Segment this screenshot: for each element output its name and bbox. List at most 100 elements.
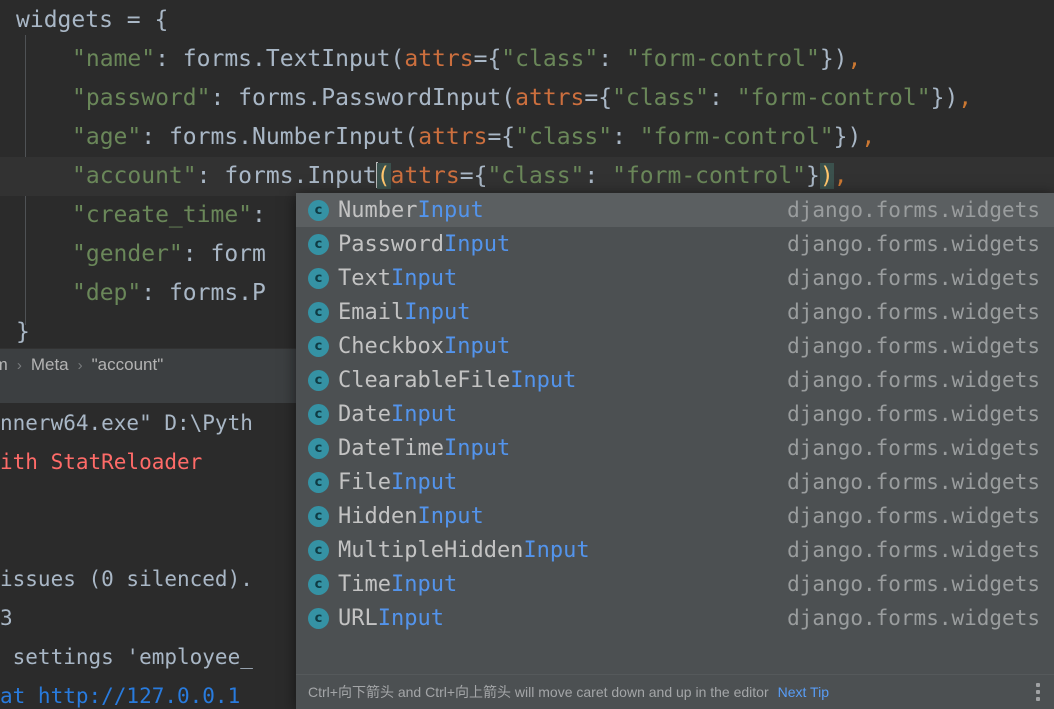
completion-item[interactable]: c EmailInput django.forms.widgets xyxy=(296,295,1054,329)
breadcrumb-items: rm › Meta › "account" xyxy=(0,355,163,375)
code-token: "create_time" xyxy=(72,202,253,228)
completion-item-name: MultipleHiddenInput xyxy=(338,538,590,563)
breadcrumb-item[interactable]: Meta xyxy=(31,355,69,374)
completion-item[interactable]: c TextInput django.forms.widgets xyxy=(296,261,1054,295)
completion-item-origin: django.forms.widgets xyxy=(787,368,1040,392)
completion-item[interactable]: c DateTimeInput django.forms.widgets xyxy=(296,431,1054,465)
breadcrumb-item[interactable]: "account" xyxy=(92,355,164,374)
code-line: "age": forms.NumberInput(attrs={"class":… xyxy=(72,118,875,157)
class-icon: c xyxy=(308,437,329,459)
code-token: , xyxy=(847,46,862,72)
completion-item-match: Input xyxy=(417,503,484,529)
code-token: ={ xyxy=(473,46,502,72)
completion-item-match: Input xyxy=(404,299,471,325)
code-line: "password": forms.PasswordInput(attrs={"… xyxy=(72,79,972,118)
breadcrumb-item[interactable]: rm xyxy=(0,355,8,374)
completion-item-match: Input xyxy=(443,435,511,461)
completion-item-prefix: DateTime xyxy=(338,435,444,461)
code-token: : xyxy=(252,202,266,228)
console-line: 3 xyxy=(0,606,13,630)
completion-list[interactable]: c NumberInput django.forms.widgets c Passwor… xyxy=(296,193,1054,674)
code-token: ={ xyxy=(584,85,613,111)
code-token: : xyxy=(584,163,613,189)
completion-item-prefix: Time xyxy=(338,571,391,597)
code-token: }) xyxy=(833,124,862,150)
completion-item-prefix: ClearableFile xyxy=(338,367,511,393)
completion-item-match: Input xyxy=(523,537,590,563)
completion-item-name: CheckboxInput xyxy=(338,334,510,359)
breadcrumb-separator-icon: › xyxy=(77,357,83,374)
completion-item[interactable]: c CheckboxInput django.forms.widgets xyxy=(296,329,1054,363)
code-token: attrs xyxy=(390,163,460,189)
more-options-icon[interactable] xyxy=(1030,679,1046,705)
code-line: "gender": form xyxy=(72,235,266,274)
breadcrumb-separator-icon: › xyxy=(16,357,22,374)
class-icon: c xyxy=(308,573,329,595)
code-token: : forms.Input xyxy=(196,163,377,189)
completion-item[interactable]: c NumberInput django.forms.widgets xyxy=(296,193,1054,227)
code-line: "dep": forms.P xyxy=(72,274,266,313)
code-token: attrs xyxy=(515,85,585,111)
console-line: nnerw64.exe" D:\Pyth xyxy=(0,411,253,435)
completion-item-origin: django.forms.widgets xyxy=(787,402,1040,426)
code-token: : xyxy=(612,124,640,150)
completion-item-origin: django.forms.widgets xyxy=(787,198,1040,222)
completion-item-match: Input xyxy=(443,333,511,359)
code-token: : form xyxy=(182,241,266,267)
class-icon: c xyxy=(308,301,329,323)
completion-item-match: Input xyxy=(377,605,444,631)
code-token: ={ xyxy=(487,124,516,150)
code-token: ={ xyxy=(459,163,488,189)
code-token: } xyxy=(16,319,30,345)
code-token: , xyxy=(958,85,973,111)
completion-item-origin: django.forms.widgets xyxy=(787,436,1040,460)
completion-item-prefix: Email xyxy=(338,299,405,325)
code-token: "form-control" xyxy=(612,163,806,189)
code-token: "form-control" xyxy=(736,85,931,111)
console-line: issues (0 silenced). xyxy=(0,567,253,591)
completion-item[interactable]: c TimeInput django.forms.widgets xyxy=(296,567,1054,601)
console-line[interactable]: at http://127.0.0.1 xyxy=(0,677,240,709)
completion-item[interactable]: c ClearableFileInput django.forms.widgets xyxy=(296,363,1054,397)
class-icon: c xyxy=(308,335,329,357)
completion-item-match: Input xyxy=(390,401,458,427)
completion-item-origin: django.forms.widgets xyxy=(787,232,1040,256)
completion-item[interactable]: c MultipleHiddenInput django.forms.widgets xyxy=(296,533,1054,567)
completion-item[interactable]: c DateInput django.forms.widgets xyxy=(296,397,1054,431)
completion-item-prefix: Checkbox xyxy=(338,333,444,359)
completion-item-name: EmailInput xyxy=(338,300,470,325)
code-token: "password" xyxy=(72,85,211,111)
class-icon: c xyxy=(308,471,329,493)
code-token: widgets = { xyxy=(16,7,169,33)
code-token: "age" xyxy=(72,124,142,150)
class-icon: c xyxy=(308,267,329,289)
completion-item-prefix: URL xyxy=(338,605,378,631)
class-icon: c xyxy=(308,539,329,561)
completion-item-prefix: MultipleHidden xyxy=(338,537,524,563)
completion-item-match: Input xyxy=(417,197,484,223)
completion-item-origin: django.forms.widgets xyxy=(787,300,1040,324)
completion-item-origin: django.forms.widgets xyxy=(787,572,1040,596)
code-token: ( xyxy=(376,163,391,189)
completion-item[interactable]: c PasswordInput django.forms.widgets xyxy=(296,227,1054,261)
code-completion-popup[interactable]: c NumberInput django.forms.widgets c Passwor… xyxy=(296,193,1054,709)
completion-item-prefix: File xyxy=(338,469,391,495)
code-token: ) xyxy=(819,163,834,189)
completion-item[interactable]: c URLInput django.forms.widgets xyxy=(296,601,1054,635)
next-tip-link[interactable]: Next Tip xyxy=(778,684,829,700)
code-token: : xyxy=(598,46,626,72)
code-token: "form-control" xyxy=(639,124,834,150)
class-icon: c xyxy=(308,505,329,527)
code-token: , xyxy=(861,124,876,150)
code-token: "account" xyxy=(72,163,197,189)
code-line: "account": forms.Input(attrs={"class": "… xyxy=(72,157,848,196)
completion-item-name: TimeInput xyxy=(338,572,457,597)
code-token: "class" xyxy=(487,163,585,189)
completion-item[interactable]: c FileInput django.forms.widgets xyxy=(296,465,1054,499)
code-token: "class" xyxy=(612,85,710,111)
completion-item-match: Input xyxy=(390,571,458,597)
completion-item-origin: django.forms.widgets xyxy=(787,334,1040,358)
class-icon: c xyxy=(308,233,329,255)
completion-item[interactable]: c HiddenInput django.forms.widgets xyxy=(296,499,1054,533)
completion-item-origin: django.forms.widgets xyxy=(787,538,1040,562)
